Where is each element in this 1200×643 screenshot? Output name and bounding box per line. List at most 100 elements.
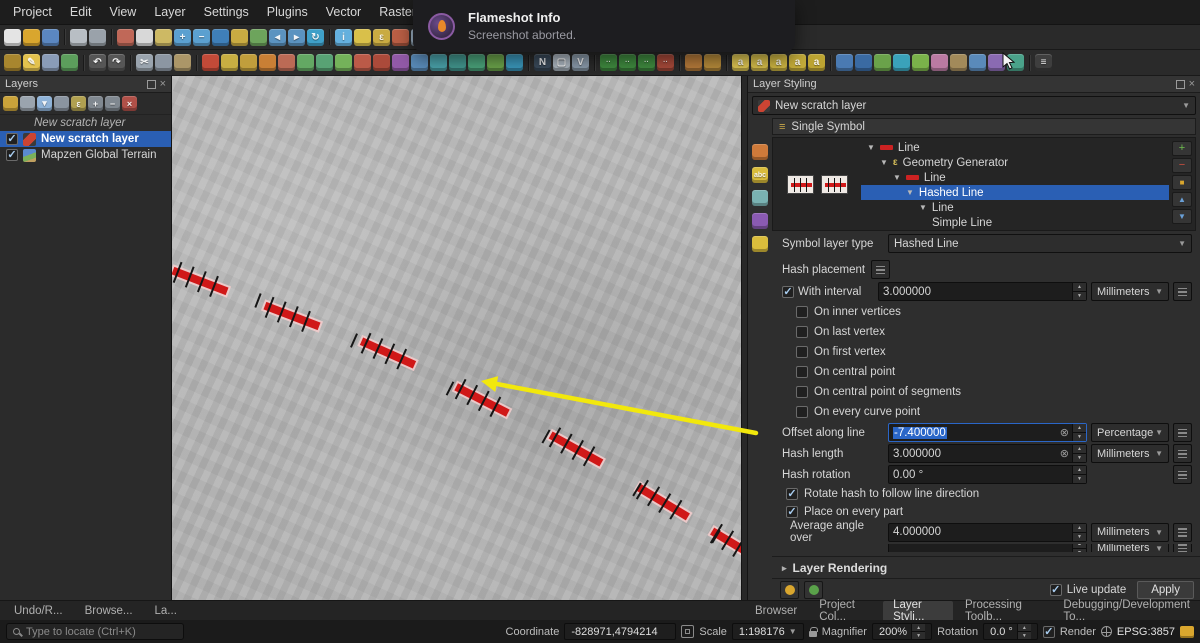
zoom-next-icon[interactable]: ▸ (288, 28, 305, 46)
menu-item-plugins[interactable]: Plugins (258, 0, 317, 24)
split-parts-icon[interactable] (449, 54, 466, 71)
average-angle-unit-select[interactable]: Millimeters ▼ (1091, 522, 1169, 542)
average-angle-input[interactable]: 4.000000 ▲ ▼ (888, 522, 1087, 542)
spinner-arrows[interactable]: ▲ ▼ (1072, 424, 1086, 442)
save-layer-edits-icon[interactable] (42, 54, 59, 71)
clear-value-icon[interactable]: ⊗ (1060, 426, 1069, 439)
dock-tab-processing-toolb-[interactable]: Processing Toolb... (955, 599, 1051, 623)
cut-features-icon[interactable]: ✂ (136, 54, 153, 71)
symbol-tree-item[interactable]: ▼ Hashed Line (861, 185, 1169, 201)
move-label-icon[interactable]: a (751, 54, 768, 71)
dock-tab-project-col-[interactable]: Project Col... (809, 599, 881, 623)
vertex-tool-active-layer-icon[interactable]: ·· (619, 54, 636, 71)
place-every-part-checkbox[interactable] (786, 506, 798, 519)
clipped-unit-select[interactable]: Millimeters ▼ (1091, 544, 1169, 553)
move-feature-icon[interactable] (221, 54, 238, 71)
layer-labeling-icon[interactable]: a (732, 54, 749, 71)
move-layer-down-button[interactable]: ▼ (1172, 209, 1192, 225)
highlight-pinned-labels-icon[interactable]: a (789, 54, 806, 71)
styling-layer-select[interactable]: New scratch layer ▼ (752, 96, 1196, 115)
offset-unit-select[interactable]: Percentage ▼ (1091, 423, 1169, 443)
dock-tab-la-[interactable]: La... (145, 601, 187, 621)
offset-along-line-input[interactable]: -7.400000 ⊗ ▲ ▼ (888, 423, 1087, 443)
statistical-summary-icon[interactable]: N (534, 54, 551, 71)
dock-tab-debugging-development-to-[interactable]: Debugging/Development To... (1053, 599, 1200, 623)
current-edits-icon[interactable] (4, 54, 21, 71)
data-defined-override-button[interactable] (1173, 282, 1192, 302)
vertex-tool-icon[interactable]: V (572, 54, 589, 71)
hash-rotation-input[interactable]: 0.00 ° ▲ ▼ (888, 465, 1087, 485)
layer-item[interactable]: Mapzen Global Terrain (0, 147, 171, 163)
expand-arrow-icon[interactable]: ▼ (880, 158, 888, 167)
add-symbol-layer-button[interactable]: + (1172, 141, 1192, 157)
placement-option-row[interactable]: On central point (796, 362, 1200, 382)
placement-checkbox[interactable] (796, 306, 808, 319)
merge-features-icon[interactable] (468, 54, 485, 71)
zoom-last-icon[interactable]: ◂ (269, 28, 286, 46)
float-panel-icon[interactable] (1175, 79, 1185, 89)
placement-checkbox[interactable] (796, 386, 808, 399)
clear-value-icon[interactable]: ⊗ (1060, 447, 1069, 460)
layer-visibility-checkbox[interactable] (6, 133, 18, 145)
rotation-input[interactable]: 0.0 ° ▲ ▼ (983, 623, 1038, 640)
apply-button[interactable]: Apply (1137, 580, 1194, 599)
zoom-to-layer-icon[interactable] (250, 28, 267, 46)
layer-rendering-section[interactable]: ▸ Layer Rendering (772, 556, 1200, 578)
placement-option-row[interactable]: On central point of segments (796, 382, 1200, 402)
data-defined-override-button[interactable] (1173, 465, 1192, 485)
style-history-button[interactable] (780, 580, 799, 599)
layout-manager-icon[interactable] (89, 28, 106, 46)
spinner-arrows[interactable]: ▲ ▼ (1072, 283, 1086, 301)
vertex-tool-all-layers-icon[interactable]: ·· (600, 54, 617, 71)
placement-option-row[interactable]: On every curve point (796, 402, 1200, 422)
qgis2web-icon[interactable] (931, 54, 948, 71)
history-tab-icon[interactable] (752, 236, 768, 252)
add-group-icon[interactable] (20, 96, 35, 111)
open-project-icon[interactable] (23, 28, 40, 46)
zoom-full-icon[interactable] (212, 28, 229, 46)
copy-move-feature-icon[interactable] (240, 54, 257, 71)
interval-input[interactable]: 3.000000 ▲ ▼ (878, 282, 1087, 302)
processing-toolbox-icon[interactable] (836, 54, 853, 71)
open-layer-styling-icon[interactable] (3, 96, 18, 111)
pin-labels-icon[interactable]: a (770, 54, 787, 71)
symbol-layer-type-select[interactable]: Hashed Line ▼ (888, 234, 1192, 254)
zoom-to-selection-icon[interactable] (231, 28, 248, 46)
dock-tab-browse-[interactable]: Browse... (75, 601, 143, 621)
spinner-arrows[interactable]: ▲ ▼ (1072, 466, 1086, 484)
placement-option-row[interactable]: On inner vertices (796, 302, 1200, 322)
refresh-map-icon[interactable]: ↻ (307, 28, 324, 46)
rotate-hash-checkbox[interactable] (786, 488, 798, 501)
digitize-with-segment-icon[interactable] (61, 54, 78, 71)
reshape-features-icon[interactable] (392, 54, 409, 71)
topology-checker-icon[interactable] (988, 54, 1005, 71)
placement-option-row[interactable]: On last vertex (796, 322, 1200, 342)
rotate-feature-icon[interactable] (259, 54, 276, 71)
lock-scale-icon[interactable] (808, 626, 818, 637)
menu-item-vector[interactable]: Vector (317, 0, 370, 24)
hash-length-input[interactable]: 3.000000 ⊗ ▲ ▼ (888, 444, 1087, 464)
symbol-preview-thumb[interactable] (786, 174, 814, 194)
duplicate-symbol-layer-button[interactable]: ■ (1172, 175, 1192, 191)
rotate-point-symbols-icon[interactable] (685, 54, 702, 71)
remove-layer-icon[interactable]: × (122, 96, 137, 111)
expand-arrow-icon[interactable]: ▼ (867, 143, 875, 152)
map-canvas[interactable] (172, 76, 741, 600)
symbol-tree-item[interactable]: ▼ Line (861, 170, 1169, 185)
new-print-layout-icon[interactable] (70, 28, 87, 46)
symbol-tree-item[interactable]: ▼ ε Geometry Generator (861, 155, 1169, 170)
view-3d-tab-icon[interactable] (752, 213, 768, 229)
crs-button[interactable]: EPSG:3857 (1117, 626, 1175, 638)
symbol-preview-thumb[interactable] (820, 174, 848, 194)
symbol-tree-item[interactable]: ▼ Line (861, 140, 1169, 155)
placement-checkbox[interactable] (796, 326, 808, 339)
placement-checkbox[interactable] (796, 366, 808, 379)
hash-length-unit-select[interactable]: Millimeters ▼ (1091, 444, 1169, 464)
delete-part-icon[interactable] (373, 54, 390, 71)
select-by-polygon-icon[interactable]: ▢ (553, 54, 570, 71)
zoom-out-icon[interactable]: − (193, 28, 210, 46)
dock-tab-layer-styli-[interactable]: Layer Styli... (883, 599, 953, 623)
zoom-in-icon[interactable]: + (174, 28, 191, 46)
offset-point-symbols-icon[interactable] (704, 54, 721, 71)
hash-placement-options-icon[interactable] (871, 260, 891, 280)
